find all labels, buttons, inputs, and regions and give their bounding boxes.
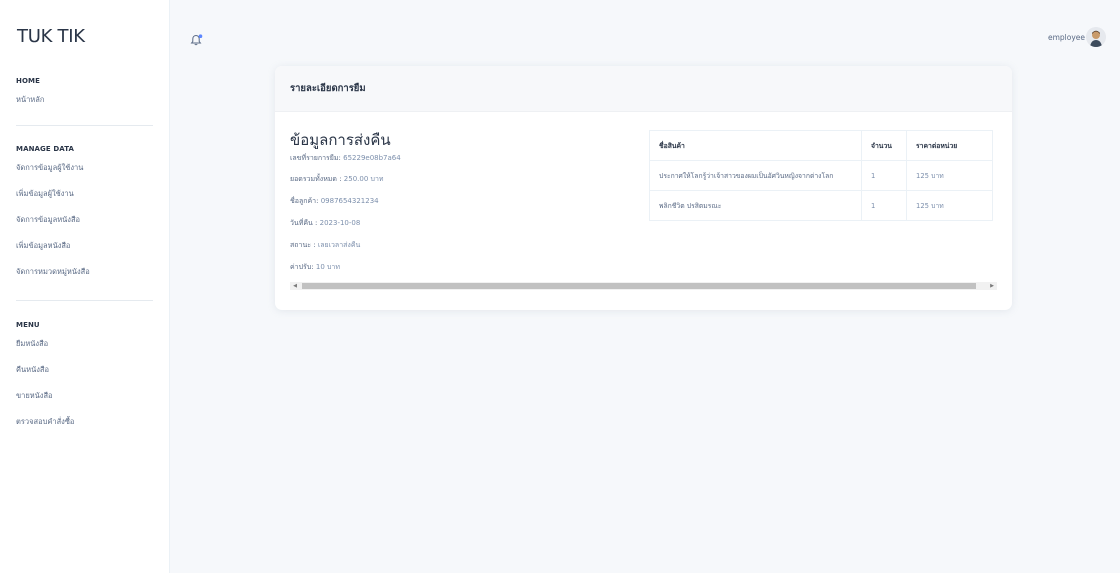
sidebar-divider: [16, 300, 153, 301]
customer: ชื่อลูกค้า: 0987654321234: [290, 196, 379, 207]
fine-value: 10 บาท: [315, 263, 340, 271]
status-value: เลยเวลาส่งคืน: [317, 241, 361, 249]
total-amount-label: ยอดรวมทั้งหมด :: [290, 175, 342, 183]
table-header-row: ชื่อสินค้า จำนวน ราคาต่อหน่วย: [649, 130, 993, 161]
return-date-value: 2023-10-08: [319, 219, 361, 227]
user-role-label[interactable]: employee: [1048, 33, 1085, 42]
fine: ค่าปรับ: 10 บาท: [290, 262, 340, 273]
items-table: ชื่อสินค้า จำนวน ราคาต่อหน่วย ประกาศให้โ…: [649, 130, 993, 221]
customer-value: 0987654321234: [320, 197, 379, 205]
nav-section-manage-data: MANAGE DATA จัดการข้อมูลผู้ใช้งาน เพิ่มข…: [16, 143, 90, 285]
scrollbar-thumb[interactable]: [302, 283, 976, 289]
sidebar: TUK TIK HOME หน้าหลัก MANAGE DATA จัดการ…: [0, 0, 170, 573]
bell-icon[interactable]: [190, 32, 203, 46]
cell-unit-price: 125 บาท: [906, 160, 993, 191]
nav-caption-home: HOME: [16, 77, 40, 85]
table-row: ประกาศให้โลกรู้ว่าเจ้าสาวของผมเป็นอัศวิน…: [649, 160, 993, 191]
order-number: เลขที่รายการยืม: 65229e08b7a64: [290, 153, 401, 164]
return-date: วันที่คืน : 2023-10-08: [290, 218, 360, 229]
cell-quantity: 1: [861, 190, 907, 221]
sidebar-item-borrow[interactable]: ยืมหนังสือ: [16, 331, 74, 357]
status-label: สถานะ :: [290, 241, 316, 249]
cell-quantity: 1: [861, 160, 907, 191]
scroll-left-arrow-icon[interactable]: ◀: [290, 282, 300, 290]
card-title: รายละเอียดการยืม: [290, 83, 366, 94]
cell-product: ประกาศให้โลกรู้ว่าเจ้าสาวของผมเป็นอัศวิน…: [649, 160, 862, 191]
status: สถานะ : เลยเวลาส่งคืน: [290, 240, 360, 251]
sidebar-item-home[interactable]: หน้าหลัก: [16, 87, 44, 113]
nav-caption-manage-data: MANAGE DATA: [16, 145, 75, 153]
sidebar-item-manage-users[interactable]: จัดการข้อมูลผู้ใช้งาน: [16, 155, 90, 181]
column-header-unit-price: ราคาต่อหน่วย: [906, 130, 993, 161]
total-amount-value: 250.00 บาท: [343, 175, 384, 183]
sidebar-item-manage-categories[interactable]: จัดการหมวดหมู่หนังสือ: [16, 259, 90, 285]
brand-logo[interactable]: TUK TIK: [17, 26, 85, 47]
column-header-quantity: จำนวน: [861, 130, 907, 161]
sidebar-item-add-book[interactable]: เพิ่มข้อมูลหนังสือ: [16, 233, 90, 259]
cell-product: พลิกชีวิต ปรสิตมรณะ: [649, 190, 862, 221]
order-number-label: เลขที่รายการยืม:: [290, 154, 341, 162]
order-number-value: 65229e08b7a64: [343, 154, 401, 162]
avatar[interactable]: [1086, 27, 1106, 47]
borrow-detail-card: รายละเอียดการยืม ข้อมูลการส่งคืน เลขที่ร…: [275, 66, 1012, 310]
sidebar-item-add-user[interactable]: เพิ่มข้อมูลผู้ใช้งาน: [16, 181, 90, 207]
sidebar-item-sell[interactable]: ขายหนังสือ: [16, 383, 74, 409]
sidebar-item-check-orders[interactable]: ตรวจสอบคำสั่งซื้อ: [16, 409, 74, 435]
return-info: ข้อมูลการส่งคืน เลขที่รายการยืม: 65229e0…: [290, 131, 620, 272]
customer-label: ชื่อลูกค้า:: [290, 197, 319, 205]
sidebar-divider: [16, 125, 153, 126]
card-header: รายละเอียดการยืม: [275, 66, 1012, 112]
scroll-right-arrow-icon[interactable]: ▶: [987, 282, 997, 290]
total-amount: ยอดรวมทั้งหมด : 250.00 บาท: [290, 174, 384, 185]
nav-section-menu: MENU ยืมหนังสือ คืนหนังสือ ขายหนังสือ ตร…: [16, 319, 74, 435]
fine-label: ค่าปรับ:: [290, 263, 314, 271]
sidebar-item-manage-books[interactable]: จัดการข้อมูลหนังสือ: [16, 207, 90, 233]
horizontal-scrollbar[interactable]: ◀ ▶: [290, 282, 997, 290]
return-info-heading: ข้อมูลการส่งคืน: [290, 131, 391, 149]
column-header-product: ชื่อสินค้า: [649, 130, 862, 161]
table-row: พลิกชีวิต ปรสิตมรณะ 1 125 บาท: [649, 190, 993, 221]
sidebar-item-return[interactable]: คืนหนังสือ: [16, 357, 74, 383]
topbar: [171, 0, 1120, 70]
nav-section-home: HOME หน้าหลัก: [16, 75, 44, 113]
return-date-label: วันที่คืน :: [290, 219, 318, 227]
cell-unit-price: 125 บาท: [906, 190, 993, 221]
nav-caption-menu: MENU: [16, 321, 40, 329]
